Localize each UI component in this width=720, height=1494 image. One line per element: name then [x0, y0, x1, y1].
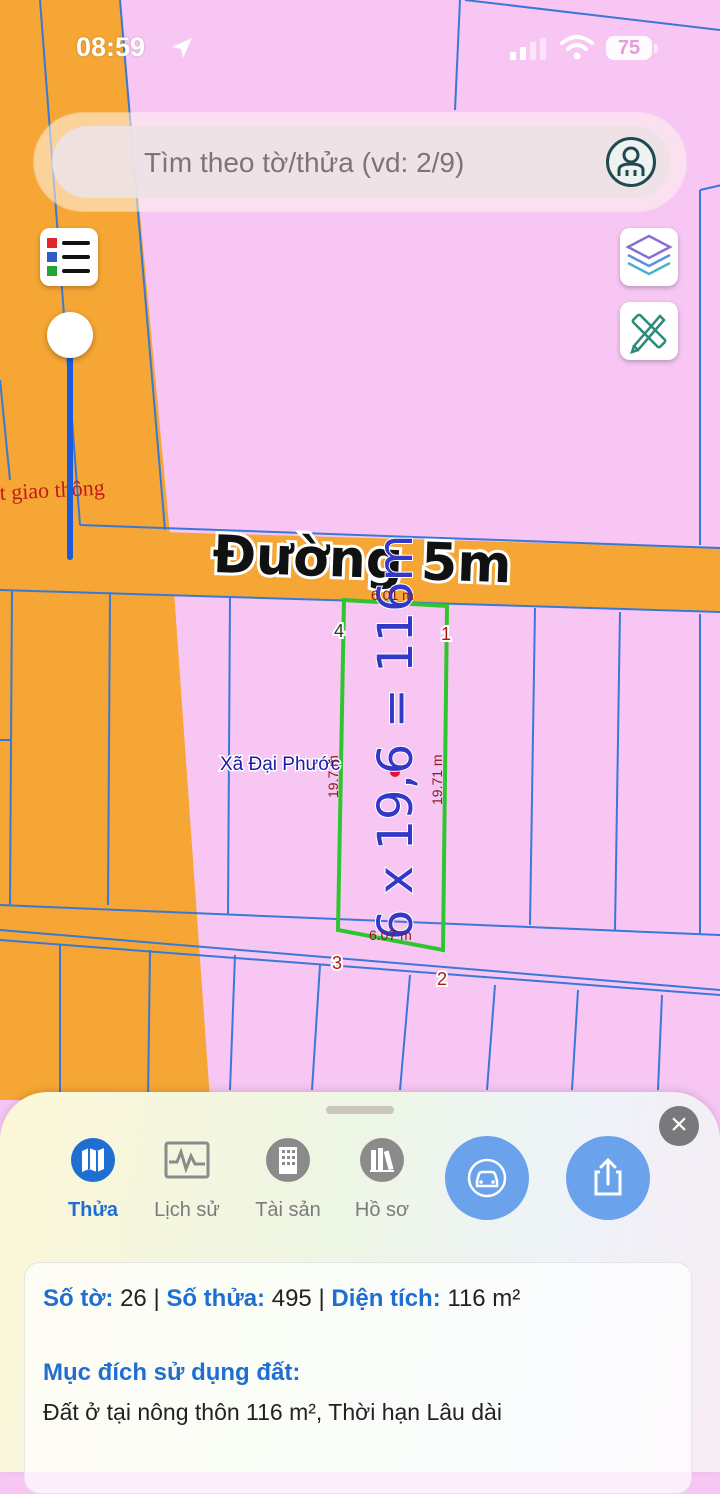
lower-road-area [0, 905, 205, 1100]
sheet-number-label: Số tờ: [43, 1285, 114, 1312]
vertex-label-2: 2 [437, 969, 447, 989]
tab-thua[interactable]: Thửa [43, 1136, 143, 1222]
vertex-label-1: 1 [441, 624, 451, 644]
share-button[interactable] [566, 1136, 650, 1220]
layers-icon [625, 234, 673, 276]
user-profile-button[interactable] [606, 137, 656, 187]
tab-tai-san[interactable]: Tài sản [238, 1136, 338, 1222]
edge-length-top: 6.01 m [371, 587, 414, 603]
location-arrow-icon [172, 38, 192, 58]
directions-button[interactable] [445, 1136, 529, 1220]
ruler-pencil-icon [630, 313, 667, 354]
parcel-info-card: Số tờ: 26 | Số thửa: 495 | Diện tích: 11… [24, 1262, 692, 1494]
area-label: Diện tích: [331, 1285, 441, 1312]
commune-label: Xã Đại Phước [220, 754, 340, 775]
close-icon: × [670, 1108, 688, 1141]
search-input[interactable] [142, 140, 566, 186]
separator: | [153, 1285, 167, 1312]
building-icon [266, 1138, 310, 1182]
parcel-number-value: 495 [271, 1285, 312, 1312]
vertex-label-4: 4 [334, 621, 344, 641]
tab-label: Lịch sử [154, 1199, 220, 1221]
user-icon [617, 146, 645, 176]
edge-length-left: 19.7 m [325, 755, 341, 798]
car-icon [467, 1158, 507, 1198]
opacity-slider-thumb[interactable] [47, 312, 93, 358]
cellular-signal-icon [510, 38, 546, 60]
parcel-info-sheet: × Thửa Lịch sử Tài sản Hồ sơ Số tờ: 26 |… [0, 1092, 720, 1494]
status-time: 08:59 [76, 32, 146, 62]
road-name-label: Đường 5m [212, 525, 513, 595]
map-icon [71, 1138, 115, 1182]
share-icon [594, 1157, 622, 1196]
edge-length-right: 19.71 m [429, 754, 445, 805]
tab-ho-so[interactable]: Hồ sơ [332, 1136, 432, 1222]
layers-button[interactable] [620, 228, 678, 286]
battery-icon: 75 [606, 36, 652, 60]
books-icon [360, 1138, 404, 1182]
opacity-slider-track[interactable] [67, 340, 73, 560]
tab-label: Hồ sơ [354, 1199, 410, 1221]
tab-label: Thửa [67, 1199, 119, 1221]
vertex-label-3: 3 [332, 953, 342, 973]
close-sheet-button[interactable]: × [659, 1106, 699, 1146]
land-use-purpose-value: Đất ở tại nông thôn 116 m², Thời hạn Lâu… [43, 1399, 502, 1425]
measure-button[interactable] [620, 302, 678, 360]
tab-lich-su[interactable]: Lịch sử [137, 1136, 237, 1222]
battery-tip [654, 44, 658, 53]
sheet-number-value: 26 [120, 1285, 147, 1312]
edge-length-bottom: 6.07 m [369, 927, 412, 943]
search-bar[interactable] [52, 126, 670, 198]
separator: | [318, 1285, 332, 1312]
area-value: 116 m² [447, 1285, 521, 1312]
history-icon [164, 1141, 210, 1179]
legend-button[interactable] [40, 228, 98, 286]
wifi-icon [560, 35, 594, 60]
parcel-summary-line: Số tờ: 26 | Số thửa: 495 | Diện tích: 11… [43, 1285, 520, 1313]
legend-list-icon [47, 238, 90, 276]
tab-label: Tài sản [255, 1199, 321, 1221]
status-bar: 08:59 75 [0, 0, 720, 100]
sheet-drag-handle[interactable] [326, 1106, 394, 1114]
parcel-number-label: Số thửa: [166, 1285, 266, 1312]
land-use-purpose-label: Mục đích sử dụng đất: [43, 1359, 301, 1386]
